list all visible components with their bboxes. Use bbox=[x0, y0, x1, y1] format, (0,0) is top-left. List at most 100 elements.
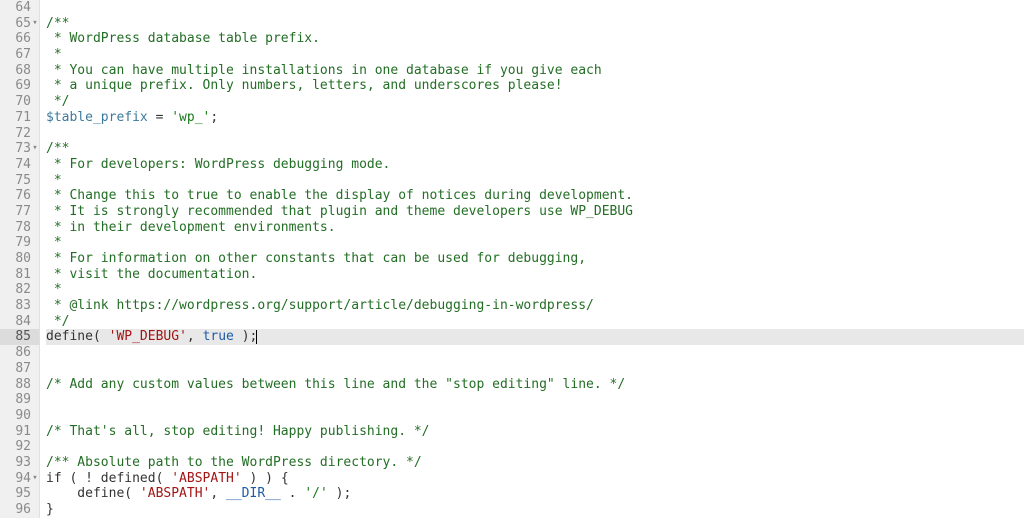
code-line[interactable]: /** Absolute path to the WordPress direc… bbox=[46, 455, 1024, 471]
code-token: * visit the documentation. bbox=[46, 267, 257, 282]
code-token: */ bbox=[46, 94, 69, 109]
line-number: 68 bbox=[0, 63, 39, 79]
code-token: 'ABSPATH' bbox=[140, 486, 210, 501]
line-number: 69 bbox=[0, 78, 39, 94]
code-line[interactable]: * @link https://wordpress.org/support/ar… bbox=[46, 298, 1024, 314]
code-line[interactable]: * For developers: WordPress debugging mo… bbox=[46, 157, 1024, 173]
code-token: '/' bbox=[304, 486, 327, 501]
code-token: $table_prefix bbox=[46, 110, 148, 125]
code-token: * in their development environments. bbox=[46, 220, 336, 235]
line-number: 94▾ bbox=[0, 471, 39, 487]
line-number: 86 bbox=[0, 345, 39, 361]
code-token: . bbox=[281, 486, 304, 501]
code-line[interactable]: * It is strongly recommended that plugin… bbox=[46, 204, 1024, 220]
code-token: * For developers: WordPress debugging mo… bbox=[46, 157, 390, 172]
line-number: 80 bbox=[0, 251, 39, 267]
code-token: = bbox=[148, 110, 171, 125]
line-number: 83 bbox=[0, 298, 39, 314]
line-number: 72 bbox=[0, 126, 39, 142]
code-token: * You can have multiple installations in… bbox=[46, 63, 602, 78]
code-line[interactable]: * in their development environments. bbox=[46, 220, 1024, 236]
code-token: * bbox=[46, 47, 62, 62]
line-number: 70 bbox=[0, 94, 39, 110]
code-line[interactable]: } bbox=[46, 502, 1024, 518]
line-number: 91 bbox=[0, 424, 39, 440]
code-line[interactable]: */ bbox=[46, 94, 1024, 110]
code-line[interactable]: /* Add any custom values between this li… bbox=[46, 377, 1024, 393]
line-number: 71 bbox=[0, 110, 39, 126]
code-token: * bbox=[46, 282, 62, 297]
code-line[interactable]: * bbox=[46, 173, 1024, 189]
code-line[interactable]: * bbox=[46, 47, 1024, 63]
code-line[interactable]: $table_prefix = 'wp_'; bbox=[46, 110, 1024, 126]
code-token: define( bbox=[46, 486, 140, 501]
code-token: /* That's all, stop editing! Happy publi… bbox=[46, 424, 430, 439]
code-token: /** bbox=[46, 16, 69, 31]
line-number: 89 bbox=[0, 392, 39, 408]
code-token: * For information on other constants tha… bbox=[46, 251, 586, 266]
code-line[interactable] bbox=[46, 361, 1024, 377]
code-line[interactable]: /** bbox=[46, 141, 1024, 157]
fold-toggle-icon[interactable]: ▾ bbox=[30, 471, 40, 487]
code-token: * @link https://wordpress.org/support/ar… bbox=[46, 298, 594, 313]
line-number: 64 bbox=[0, 0, 39, 16]
fold-toggle-icon[interactable]: ▾ bbox=[30, 141, 40, 157]
line-number: 79 bbox=[0, 235, 39, 251]
code-line[interactable]: * WordPress database table prefix. bbox=[46, 31, 1024, 47]
code-editor[interactable]: 6465▾6667686970717273▾747576777879808182… bbox=[0, 0, 1024, 518]
code-token: * a unique prefix. Only numbers, letters… bbox=[46, 78, 563, 93]
code-line[interactable]: * visit the documentation. bbox=[46, 267, 1024, 283]
fold-toggle-icon[interactable]: ▾ bbox=[30, 16, 40, 32]
line-number: 92 bbox=[0, 439, 39, 455]
line-number: 88 bbox=[0, 377, 39, 393]
code-token: 'ABSPATH' bbox=[171, 471, 241, 486]
code-line[interactable]: * a unique prefix. Only numbers, letters… bbox=[46, 78, 1024, 94]
code-token: ( bbox=[93, 329, 109, 344]
code-token: * bbox=[46, 173, 62, 188]
code-token: /** bbox=[46, 141, 69, 156]
code-line[interactable]: * For information on other constants tha… bbox=[46, 251, 1024, 267]
code-token: true bbox=[203, 329, 234, 344]
code-token: 'wp_' bbox=[171, 110, 210, 125]
code-line[interactable] bbox=[46, 392, 1024, 408]
line-number: 84 bbox=[0, 314, 39, 330]
code-token: ); bbox=[328, 486, 351, 501]
code-line[interactable]: * Change this to true to enable the disp… bbox=[46, 188, 1024, 204]
code-token: } bbox=[46, 502, 54, 517]
code-token: ) ) { bbox=[242, 471, 289, 486]
code-line[interactable] bbox=[46, 408, 1024, 424]
text-cursor bbox=[256, 330, 257, 344]
code-line[interactable]: /** bbox=[46, 16, 1024, 32]
code-line[interactable]: * bbox=[46, 282, 1024, 298]
code-token: * It is strongly recommended that plugin… bbox=[46, 204, 633, 219]
line-number: 87 bbox=[0, 361, 39, 377]
code-line[interactable]: */ bbox=[46, 314, 1024, 330]
code-area[interactable]: /** * WordPress database table prefix. *… bbox=[40, 0, 1024, 518]
line-number-gutter: 6465▾6667686970717273▾747576777879808182… bbox=[0, 0, 40, 518]
line-number: 81 bbox=[0, 267, 39, 283]
line-number: 67 bbox=[0, 47, 39, 63]
code-token: 'WP_DEBUG' bbox=[109, 329, 187, 344]
code-line[interactable]: * bbox=[46, 235, 1024, 251]
line-number: 73▾ bbox=[0, 141, 39, 157]
code-token: * WordPress database table prefix. bbox=[46, 31, 320, 46]
line-number: 90 bbox=[0, 408, 39, 424]
line-number: 96 bbox=[0, 502, 39, 518]
code-token: define bbox=[46, 329, 93, 344]
code-line[interactable] bbox=[46, 126, 1024, 142]
code-line[interactable] bbox=[46, 345, 1024, 361]
code-token: if ( ! defined( bbox=[46, 471, 171, 486]
code-token: */ bbox=[46, 314, 69, 329]
line-number: 85 bbox=[0, 329, 39, 345]
code-line[interactable]: define( 'ABSPATH', __DIR__ . '/' ); bbox=[46, 486, 1024, 502]
line-number: 82 bbox=[0, 282, 39, 298]
code-line[interactable]: if ( ! defined( 'ABSPATH' ) ) { bbox=[46, 471, 1024, 487]
code-line[interactable] bbox=[46, 0, 1024, 16]
code-line[interactable]: * You can have multiple installations in… bbox=[46, 63, 1024, 79]
code-token: , bbox=[210, 486, 226, 501]
code-line[interactable]: define( 'WP_DEBUG', true ); bbox=[46, 329, 1024, 345]
code-token: * bbox=[46, 235, 62, 250]
code-line[interactable] bbox=[46, 439, 1024, 455]
code-line[interactable]: /* That's all, stop editing! Happy publi… bbox=[46, 424, 1024, 440]
line-number: 66 bbox=[0, 31, 39, 47]
